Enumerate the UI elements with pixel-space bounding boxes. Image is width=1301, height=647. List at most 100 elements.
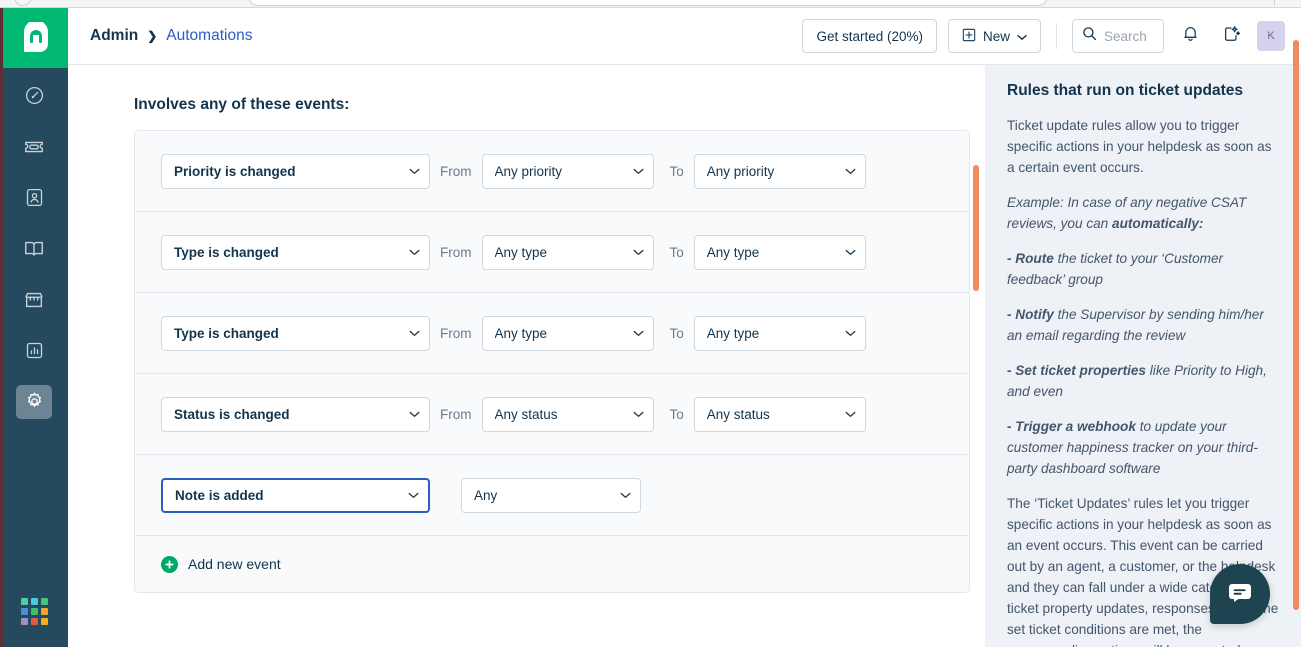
headset-logo-icon xyxy=(23,22,48,52)
event-type-dropdown-focused[interactable]: Note is added xyxy=(161,477,430,513)
sidebar-item-knowledge-base[interactable] xyxy=(0,223,68,274)
chevron-down-icon xyxy=(633,405,644,423)
new-button[interactable]: New xyxy=(947,19,1041,53)
contacts-icon xyxy=(16,181,52,215)
chevron-down-icon xyxy=(620,486,631,504)
to-value-dropdown[interactable]: Any priority xyxy=(693,153,866,189)
chevron-down-icon xyxy=(845,162,856,180)
any-value-dropdown[interactable]: Any xyxy=(461,477,641,513)
help-bullet: - Route the ticket to your ‘Customer fee… xyxy=(1007,248,1279,290)
to-label: To xyxy=(669,325,684,341)
browser-url-bar[interactable] xyxy=(248,0,1048,6)
help-bullet: - Trigger a webhook to update your custo… xyxy=(1007,416,1279,479)
help-bullet-bold: - Set ticket properties xyxy=(1007,362,1146,378)
breadcrumb: Admin ❯ Automations xyxy=(90,27,252,45)
help-panel-scrollbar[interactable] xyxy=(1293,40,1299,610)
chat-widget-button[interactable] xyxy=(1210,564,1270,624)
sidebar-item-admin[interactable] xyxy=(0,376,68,427)
main-scrollbar[interactable] xyxy=(973,165,979,291)
event-row: Status is changed From Any status To Any… xyxy=(135,374,969,455)
from-value-dropdown[interactable]: Any type xyxy=(481,234,654,270)
chevron-down-icon xyxy=(409,324,420,342)
event-type-dropdown[interactable]: Status is changed xyxy=(161,396,430,432)
help-example: Example: In case of any negative CSAT re… xyxy=(1007,192,1279,234)
from-value: Any type xyxy=(494,325,548,341)
event-type-value: Note is added xyxy=(175,487,264,503)
marketplace-icon xyxy=(16,283,52,317)
help-panel: Rules that run on ticket updates Ticket … xyxy=(985,65,1301,647)
browser-chrome-divider xyxy=(1274,0,1275,6)
event-type-dropdown[interactable]: Priority is changed xyxy=(161,153,430,189)
left-sidebar xyxy=(0,8,68,647)
breadcrumb-current[interactable]: Automations xyxy=(166,27,252,45)
event-type-dropdown[interactable]: Type is changed xyxy=(161,315,430,351)
to-label: To xyxy=(669,406,684,422)
browser-back-icon[interactable] xyxy=(14,0,32,6)
sidebar-item-tickets[interactable] xyxy=(0,121,68,172)
to-label: To xyxy=(669,163,684,179)
search-placeholder: Search xyxy=(1104,28,1147,44)
breadcrumb-root[interactable]: Admin xyxy=(90,27,138,45)
from-value: Any type xyxy=(494,244,548,260)
sidebar-item-marketplace[interactable] xyxy=(0,274,68,325)
knowledge-base-icon xyxy=(16,232,52,266)
sidebar-item-list xyxy=(0,70,68,427)
add-new-event-button[interactable]: Add new event xyxy=(135,536,969,592)
from-value-dropdown[interactable]: Any status xyxy=(481,396,654,432)
event-type-value: Type is changed xyxy=(174,325,279,341)
avatar[interactable]: K xyxy=(1257,21,1285,51)
to-value-dropdown[interactable]: Any type xyxy=(693,234,866,270)
sparkle-ai-icon xyxy=(1222,24,1241,48)
header-actions: Get started (20%) New Search K xyxy=(802,19,1285,53)
chevron-down-icon xyxy=(409,243,420,261)
chevron-down-icon xyxy=(633,162,644,180)
ticket-icon xyxy=(16,130,52,164)
chevron-down-icon xyxy=(845,405,856,423)
to-value: Any type xyxy=(706,325,760,341)
from-label: From xyxy=(440,325,472,341)
sidebar-item-dashboard[interactable] xyxy=(0,70,68,121)
chevron-down-icon xyxy=(845,243,856,261)
from-label: From xyxy=(440,406,472,422)
event-row: Type is changed From Any type To Any typ… xyxy=(135,293,969,374)
from-label: From xyxy=(440,244,472,260)
to-value-dropdown[interactable]: Any status xyxy=(693,396,866,432)
chevron-down-icon xyxy=(633,243,644,261)
from-value-dropdown[interactable]: Any type xyxy=(481,315,654,351)
chevron-down-icon xyxy=(409,162,420,180)
header-divider xyxy=(1056,23,1057,49)
search-input[interactable]: Search xyxy=(1072,19,1164,53)
plus-box-icon xyxy=(962,28,976,45)
add-new-event-label: Add new event xyxy=(188,556,281,572)
from-label: From xyxy=(440,163,472,179)
from-value: Any priority xyxy=(494,163,563,179)
help-paragraph-1: Ticket update rules allow you to trigger… xyxy=(1007,117,1272,175)
chat-bubble-icon xyxy=(1227,581,1253,608)
gear-icon xyxy=(16,384,52,419)
notifications-button[interactable] xyxy=(1175,21,1205,51)
ai-assist-button[interactable] xyxy=(1216,21,1246,51)
dashboard-icon xyxy=(16,79,52,113)
help-bullet: - Set ticket properties like Priority to… xyxy=(1007,360,1279,402)
to-label: To xyxy=(669,244,684,260)
sidebar-item-analytics[interactable] xyxy=(0,325,68,376)
chevron-down-icon xyxy=(409,405,420,423)
event-type-dropdown[interactable]: Type is changed xyxy=(161,234,430,270)
to-value-dropdown[interactable]: Any type xyxy=(693,315,866,351)
sidebar-item-contacts[interactable] xyxy=(0,172,68,223)
app-logo[interactable] xyxy=(3,8,68,68)
help-bullet-bold: - Route xyxy=(1007,250,1054,266)
get-started-button[interactable]: Get started (20%) xyxy=(802,19,937,53)
apps-grid-icon[interactable] xyxy=(0,598,68,625)
event-row: Priority is changed From Any priority To… xyxy=(135,131,969,212)
get-started-label: Get started (20%) xyxy=(816,28,923,44)
plus-circle-icon xyxy=(161,555,178,573)
chevron-down-icon xyxy=(845,324,856,342)
to-value: Any priority xyxy=(706,163,775,179)
event-type-value: Status is changed xyxy=(174,406,290,422)
any-value: Any xyxy=(474,487,498,503)
from-value-dropdown[interactable]: Any priority xyxy=(481,153,654,189)
search-icon xyxy=(1082,26,1097,46)
chevron-down-icon xyxy=(1017,29,1027,44)
page-title: Involves any of these events: xyxy=(134,96,350,113)
